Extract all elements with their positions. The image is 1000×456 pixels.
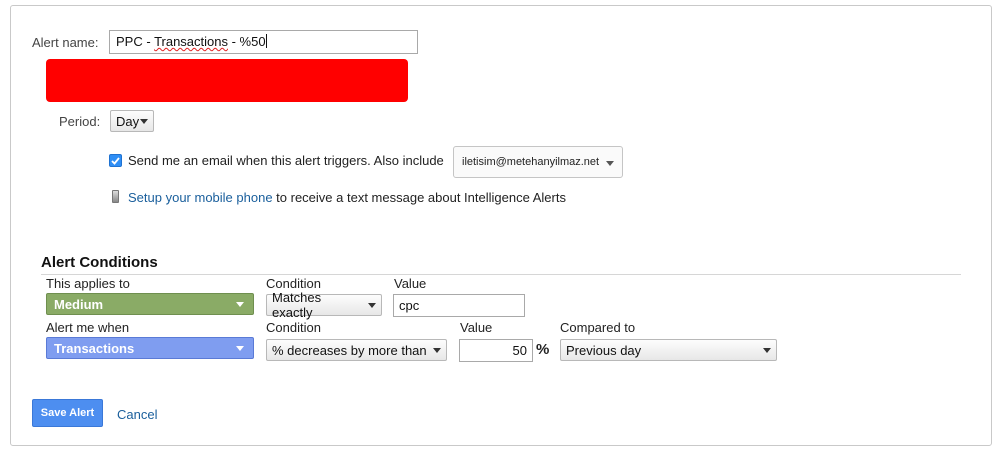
chevron-down-icon — [236, 302, 244, 307]
alert-conditions-title: Alert Conditions — [41, 254, 158, 271]
setup-mobile-link[interactable]: Setup your mobile phone — [128, 190, 273, 205]
email-checkbox[interactable] — [109, 154, 122, 167]
compared-to-select[interactable]: Previous day — [560, 339, 777, 361]
value-label-1: Value — [394, 276, 427, 291]
threshold-value: 50 — [512, 343, 527, 358]
save-alert-button[interactable]: Save Alert — [32, 399, 103, 427]
mobile-text: to receive a text message about Intellig… — [276, 190, 566, 205]
alert-name-label: Alert name: — [32, 35, 99, 50]
value-label-2: Value — [460, 320, 493, 335]
section-divider — [41, 274, 961, 275]
alert-name-suffix: - %50 — [228, 34, 266, 49]
dimension-select[interactable]: Medium — [46, 293, 254, 315]
chevron-down-icon — [606, 161, 614, 166]
metric-value: Transactions — [54, 340, 135, 356]
chevron-down-icon — [140, 119, 148, 124]
alert-me-when-label: Alert me when — [46, 320, 130, 335]
chevron-down-icon — [236, 346, 244, 351]
mobile-phone-icon — [112, 190, 119, 203]
chevron-down-icon — [763, 348, 771, 353]
period-value: Day — [116, 113, 140, 129]
email-recipient-value: iletisim@metehanyilmaz.net — [462, 156, 600, 168]
alert-name-misspelled-word: Transactions — [154, 34, 228, 49]
metric-select[interactable]: Transactions — [46, 337, 254, 359]
alert-name-input[interactable]: PPC - Transactions - %50 — [109, 30, 418, 54]
dimension-condition-select[interactable]: Matches exactly — [266, 290, 382, 320]
period-label: Period: — [59, 114, 101, 129]
dimension-value: Medium — [54, 296, 104, 312]
compared-to-value: Previous day — [566, 342, 642, 358]
checkmark-icon — [111, 156, 120, 165]
condition-label-1: Condition — [266, 276, 321, 291]
chevron-down-icon — [433, 348, 441, 353]
email-recipient-select[interactable]: iletisim@metehanyilmaz.net — [453, 146, 623, 178]
mobile-row: Setup your mobile phone to receive a tex… — [128, 190, 566, 205]
compared-to-label: Compared to — [560, 320, 636, 335]
redaction-block — [46, 59, 408, 102]
dimension-condition-value: Matches exactly — [272, 290, 322, 320]
text-cursor — [265, 34, 267, 48]
dimension-value-input[interactable]: cpc — [393, 294, 525, 317]
applies-to-label: This applies to — [46, 276, 130, 291]
email-text: Send me an email when this alert trigger… — [128, 153, 444, 168]
chevron-down-icon — [368, 303, 376, 308]
period-select[interactable]: Day — [110, 110, 154, 132]
metric-condition-select[interactable]: % decreases by more than — [266, 339, 447, 361]
alert-name-prefix: PPC - — [116, 34, 155, 49]
percent-unit: % — [536, 341, 550, 358]
metric-condition-value: % decreases by more than — [272, 342, 427, 358]
cancel-link[interactable]: Cancel — [117, 407, 157, 422]
condition-label-2: Condition — [266, 320, 321, 335]
dimension-value-text: cpc — [399, 298, 420, 313]
threshold-input[interactable]: 50 — [459, 339, 533, 362]
